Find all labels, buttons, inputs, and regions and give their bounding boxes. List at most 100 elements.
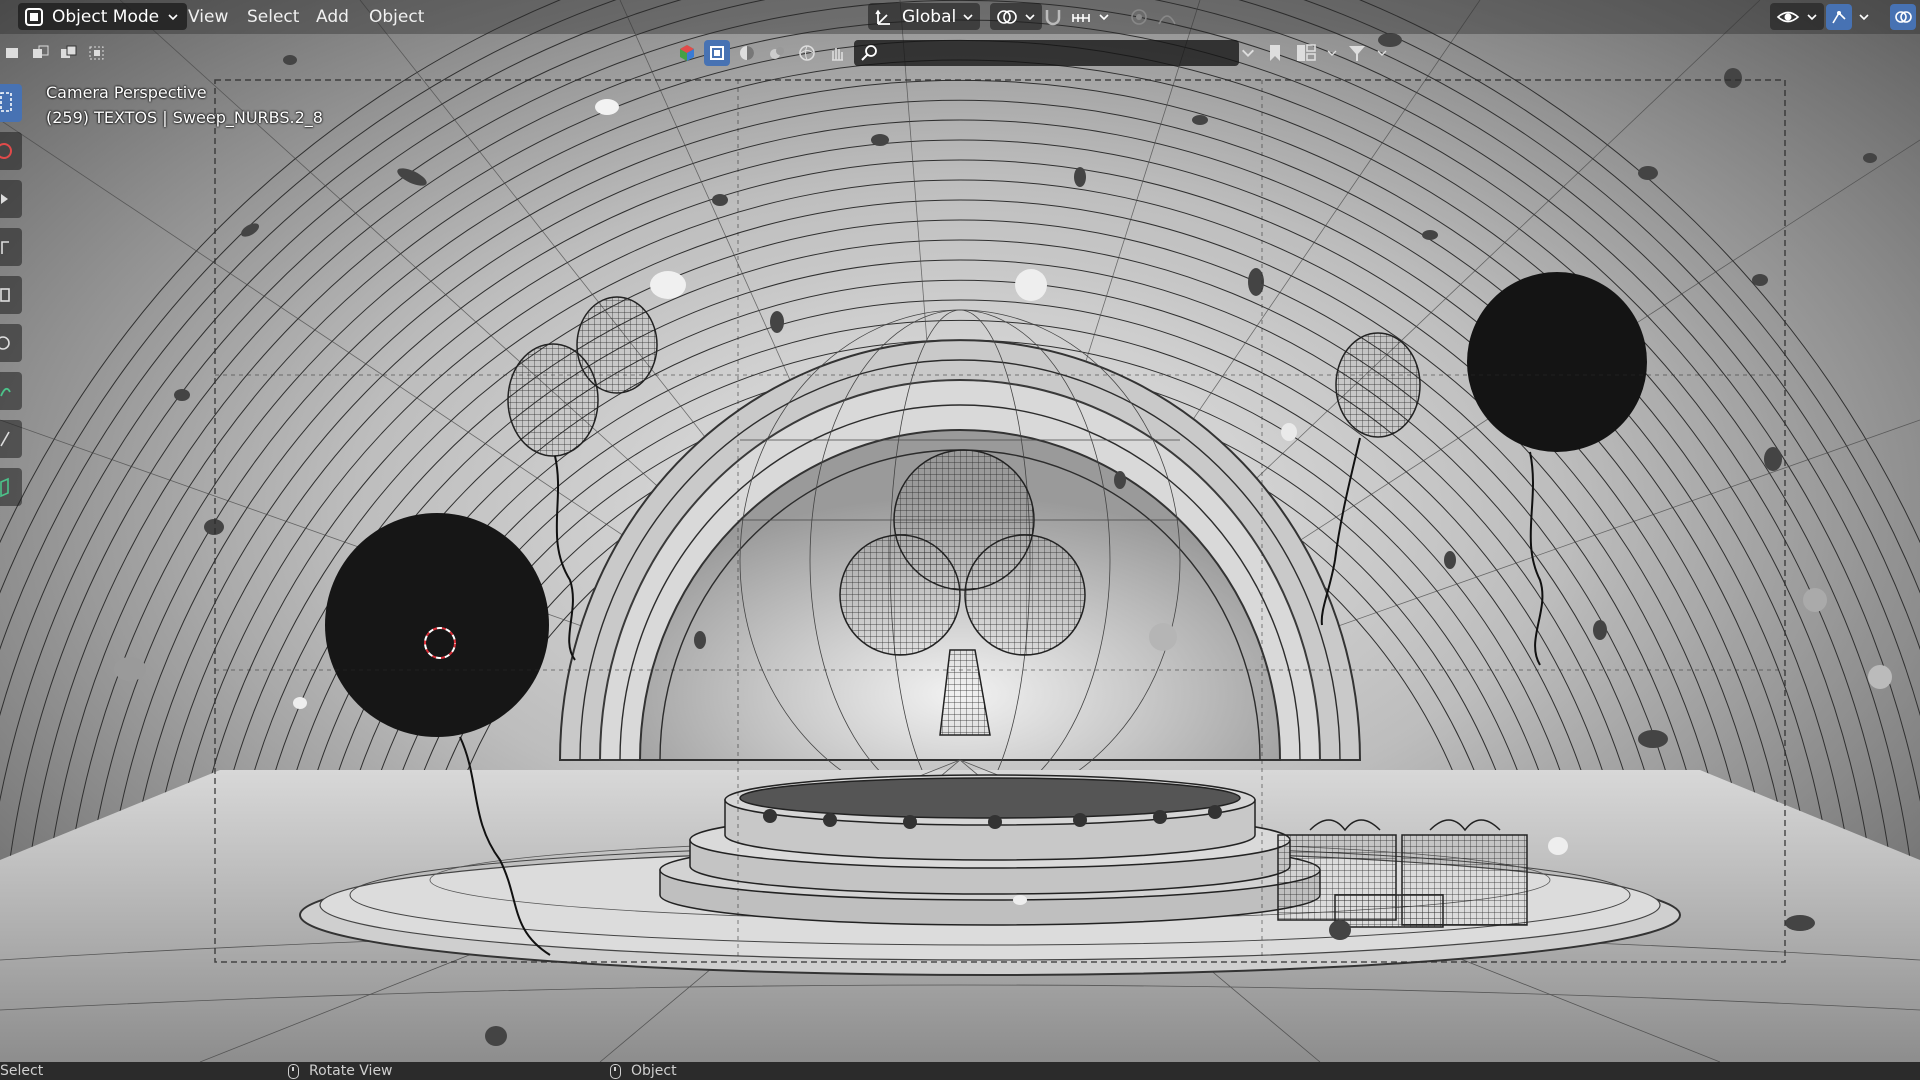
material-preview-icon bbox=[770, 47, 784, 59]
select-extend-button[interactable] bbox=[28, 42, 54, 64]
mode-dropdown[interactable]: Object Mode bbox=[18, 3, 188, 30]
tool-annotate[interactable] bbox=[0, 372, 22, 410]
status-object: Object bbox=[610, 1062, 677, 1080]
menu-view[interactable]: View bbox=[182, 5, 234, 29]
visibility-dropdown[interactable] bbox=[1770, 3, 1824, 30]
hierarchy-button[interactable] bbox=[1294, 40, 1320, 66]
rendered-shading-icon bbox=[799, 45, 815, 61]
tool-cursor[interactable] bbox=[0, 132, 22, 170]
menu-object[interactable]: Object bbox=[363, 5, 430, 29]
select-subtract-icon bbox=[61, 45, 77, 58]
status-rotate-view: Rotate View bbox=[288, 1062, 393, 1080]
snap-increment-icon bbox=[1072, 13, 1090, 22]
overlays-icon bbox=[1895, 10, 1912, 23]
tool-move[interactable] bbox=[0, 180, 22, 218]
select-box-icon bbox=[0, 92, 12, 112]
overlays-toggle[interactable] bbox=[1890, 3, 1916, 30]
orientation-label: Global bbox=[902, 6, 957, 27]
3d-viewport[interactable] bbox=[0, 0, 1920, 1062]
tool-rotate[interactable] bbox=[0, 228, 22, 266]
annotate-icon bbox=[0, 387, 11, 397]
add-cube-icon bbox=[0, 477, 9, 498]
mode-label: Object Mode bbox=[52, 6, 160, 27]
search-input[interactable] bbox=[878, 43, 1222, 63]
chevron-down-icon[interactable] bbox=[1240, 45, 1256, 61]
object-types-icon bbox=[680, 45, 694, 61]
blender-window: Object Mode View Select Add Object Globa… bbox=[0, 0, 1920, 1080]
status-rotate-label: Rotate View bbox=[309, 1063, 393, 1079]
transform-orientation-dropdown[interactable]: Global bbox=[868, 3, 981, 30]
viewport-header: Object Mode View Select Add Object Globa… bbox=[0, 0, 1920, 34]
falloff-icon bbox=[1158, 14, 1176, 24]
cursor-icon bbox=[0, 143, 12, 159]
tool-transform[interactable] bbox=[0, 324, 22, 362]
status-bar: Select Rotate View Object bbox=[0, 1062, 1920, 1080]
proportional-editing-group[interactable] bbox=[1122, 3, 1184, 30]
material-preview-button[interactable] bbox=[764, 40, 790, 66]
status-object-label: Object bbox=[631, 1063, 677, 1079]
shading-and-search bbox=[674, 39, 1239, 67]
object-type-visibility-button[interactable] bbox=[674, 40, 700, 66]
filter-button[interactable] bbox=[1344, 40, 1370, 66]
gizmo-toggle[interactable] bbox=[1826, 3, 1852, 30]
solid-shading-icon bbox=[740, 46, 754, 60]
gizmo-icon bbox=[1832, 10, 1846, 23]
rotate-icon bbox=[1, 241, 9, 254]
object-info-label: (259) TEXTOS | Sweep_NURBS.2_8 bbox=[46, 108, 323, 127]
mouse-right-icon bbox=[610, 1063, 621, 1079]
hand-icon bbox=[832, 48, 843, 61]
tool-shelf bbox=[0, 84, 22, 506]
scale-icon bbox=[0, 288, 10, 302]
selection-mode-group bbox=[0, 42, 110, 64]
chevron-down-icon[interactable] bbox=[1376, 47, 1388, 59]
wireframe-icon bbox=[710, 46, 724, 60]
transform-orientation-icon bbox=[875, 9, 890, 25]
menu-add[interactable]: Add bbox=[310, 5, 355, 29]
bookmark-icon bbox=[1270, 45, 1280, 61]
outliner-filter-tools bbox=[1240, 39, 1388, 67]
chevron-down-icon[interactable] bbox=[1326, 47, 1338, 59]
tool-measure[interactable] bbox=[0, 420, 22, 458]
object-mode-icon bbox=[25, 7, 43, 26]
select-new-icon bbox=[6, 48, 18, 58]
viewport-scene bbox=[0, 0, 1920, 1062]
move-icon bbox=[1, 194, 8, 204]
pivot-point-icon bbox=[997, 9, 1017, 24]
rendered-shading-button[interactable] bbox=[794, 40, 820, 66]
status-select-label: Select bbox=[0, 1063, 44, 1079]
chevron-down-icon bbox=[1807, 13, 1817, 20]
solid-shading-button[interactable] bbox=[734, 40, 760, 66]
chevron-down-icon bbox=[963, 13, 973, 20]
tool-select-box[interactable] bbox=[0, 84, 22, 122]
wireframe-toggle[interactable] bbox=[704, 40, 730, 66]
viewport-toolrow bbox=[0, 38, 1920, 68]
mouse-middle-icon bbox=[288, 1063, 299, 1079]
chevron-down-icon bbox=[1099, 13, 1109, 20]
snapping-group[interactable] bbox=[1036, 3, 1116, 30]
select-subtract-button[interactable] bbox=[56, 42, 82, 64]
bookmark-button[interactable] bbox=[1262, 40, 1288, 66]
toggle-xray-button[interactable] bbox=[824, 40, 850, 66]
measure-icon bbox=[0, 431, 10, 447]
gizmo-dropdown[interactable] bbox=[1826, 3, 1870, 30]
pivot-dropdown[interactable] bbox=[990, 3, 1042, 30]
select-intersect-button[interactable] bbox=[84, 42, 110, 64]
search-icon bbox=[861, 45, 877, 61]
chevron-down-icon bbox=[1025, 13, 1035, 20]
search-field[interactable] bbox=[854, 40, 1239, 66]
chevron-down-icon bbox=[1859, 13, 1869, 20]
select-new-button[interactable] bbox=[0, 42, 26, 64]
proportional-editing-icon bbox=[1131, 8, 1147, 25]
select-extend-icon bbox=[33, 45, 49, 58]
view-name-label: Camera Perspective bbox=[46, 83, 207, 102]
transform-icon bbox=[0, 336, 10, 350]
eye-icon bbox=[1776, 11, 1800, 22]
overlays-button[interactable] bbox=[1890, 3, 1916, 30]
tool-add-cube[interactable] bbox=[0, 468, 22, 506]
filter-icon bbox=[1349, 46, 1365, 61]
select-intersect-icon bbox=[89, 46, 104, 60]
menu-select[interactable]: Select bbox=[241, 5, 305, 29]
magnet-icon bbox=[1045, 9, 1061, 25]
tool-scale[interactable] bbox=[0, 276, 22, 314]
chevron-down-icon bbox=[168, 13, 178, 20]
